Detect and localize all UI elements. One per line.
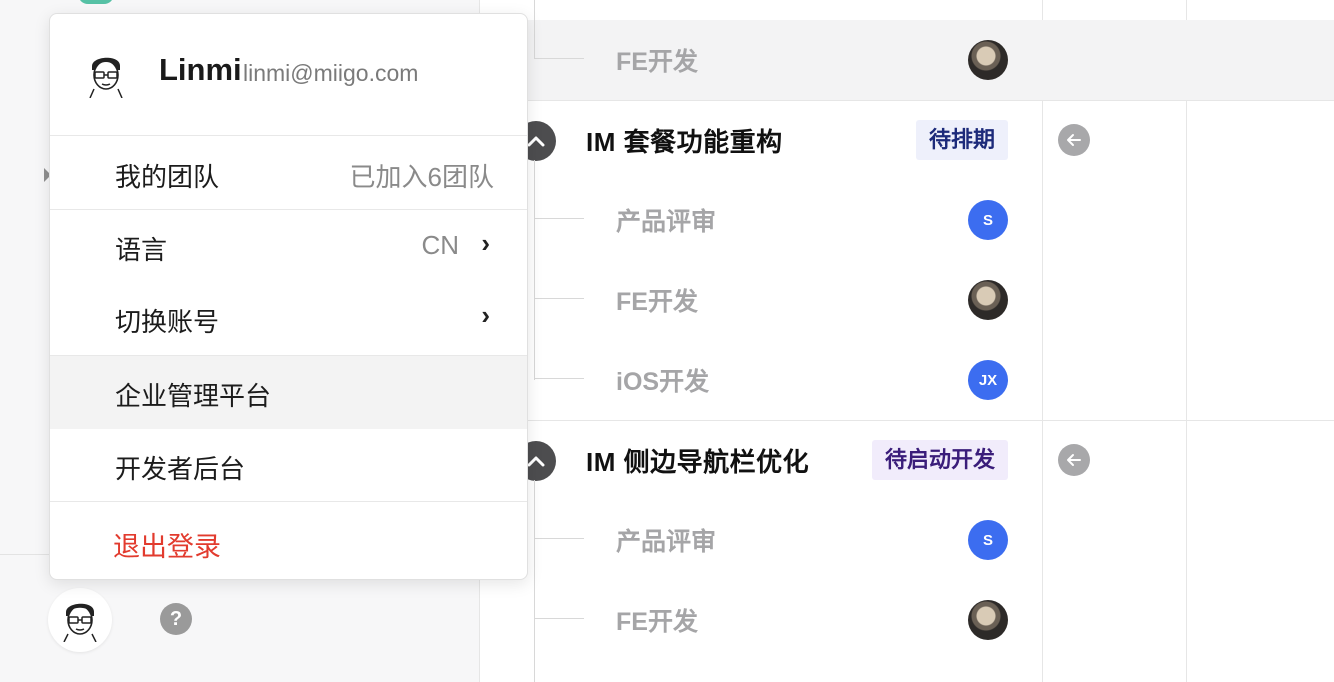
assignee-avatar[interactable]: S xyxy=(968,200,1008,240)
user-avatar-button[interactable] xyxy=(48,588,112,652)
row-divider xyxy=(480,100,1334,101)
menu-item-label: 开发者后台 xyxy=(115,454,246,484)
menu-item-language[interactable]: 语言 CN › xyxy=(50,210,527,282)
tree-line xyxy=(534,618,584,619)
project-table: FE开发 IM 套餐功能重构 待排期 产品评审 S FE开发 iOS开发 JX … xyxy=(480,0,1334,682)
assignee-avatar[interactable] xyxy=(968,600,1008,640)
user-face-icon xyxy=(89,57,123,98)
user-face-icon xyxy=(63,603,97,642)
profile-header: Linmi linmi@miigo.com xyxy=(50,14,527,135)
tree-line xyxy=(534,298,584,299)
menu-item-logout[interactable]: 退出登录 xyxy=(50,502,527,579)
assignee-avatar[interactable] xyxy=(968,280,1008,320)
account-menu: Linmi linmi@miigo.com 我的团队 已加入6团队 语言 CN … xyxy=(49,13,528,580)
profile-email: linmi@miigo.com xyxy=(243,60,419,86)
status-badge[interactable]: 待启动开发 xyxy=(871,440,1008,480)
row-divider xyxy=(480,420,1334,421)
language-value: CN xyxy=(421,230,459,260)
arrow-left-icon[interactable] xyxy=(1058,444,1090,476)
chevron-right-icon: › xyxy=(481,228,490,258)
column-divider xyxy=(1186,0,1187,682)
status-badge[interactable]: 待排期 xyxy=(915,120,1008,160)
tree-line xyxy=(534,218,584,219)
tree-line xyxy=(534,378,584,379)
task-name[interactable]: FE开发 xyxy=(616,282,698,318)
help-icon[interactable]: ? xyxy=(160,603,192,635)
task-name[interactable]: FE开发 xyxy=(616,602,698,638)
menu-item-label: 切换账号 xyxy=(115,307,220,337)
menu-item-developer-console[interactable]: 开发者后台 xyxy=(50,429,527,501)
chevron-right-icon: › xyxy=(481,300,490,330)
menu-item-my-team[interactable]: 我的团队 已加入6团队 xyxy=(50,136,527,209)
task-name[interactable]: 产品评审 xyxy=(616,522,716,558)
task-name[interactable]: iOS开发 xyxy=(616,362,709,398)
tree-line xyxy=(534,58,584,59)
team-count: 已加入6团队 xyxy=(349,162,494,192)
project-title[interactable]: IM 套餐功能重构 xyxy=(586,122,783,159)
tree-line xyxy=(534,538,584,539)
arrow-left-icon[interactable] xyxy=(1058,124,1090,156)
workspace-indicator xyxy=(78,0,114,4)
tree-line xyxy=(534,160,535,380)
assignee-avatar[interactable]: S xyxy=(968,520,1008,560)
profile-name: Linmi xyxy=(159,52,242,87)
tree-line xyxy=(534,0,535,58)
menu-item-label: 企业管理平台 xyxy=(115,381,272,411)
menu-item-switch-account[interactable]: 切换账号 › xyxy=(50,282,527,355)
assignee-avatar[interactable]: JX xyxy=(968,360,1008,400)
logout-label: 退出登录 xyxy=(113,532,221,562)
menu-item-label: 我的团队 xyxy=(115,162,220,192)
column-divider xyxy=(1042,0,1043,682)
task-name[interactable]: FE开发 xyxy=(616,42,698,78)
task-name[interactable]: 产品评审 xyxy=(616,202,716,238)
assignee-avatar[interactable] xyxy=(968,40,1008,80)
tree-line xyxy=(534,480,535,682)
table-row[interactable] xyxy=(480,20,1334,100)
menu-item-enterprise-admin[interactable]: 企业管理平台 xyxy=(50,356,527,429)
menu-item-label: 语言 xyxy=(115,235,168,265)
project-title[interactable]: IM 侧边导航栏优化 xyxy=(586,442,809,479)
